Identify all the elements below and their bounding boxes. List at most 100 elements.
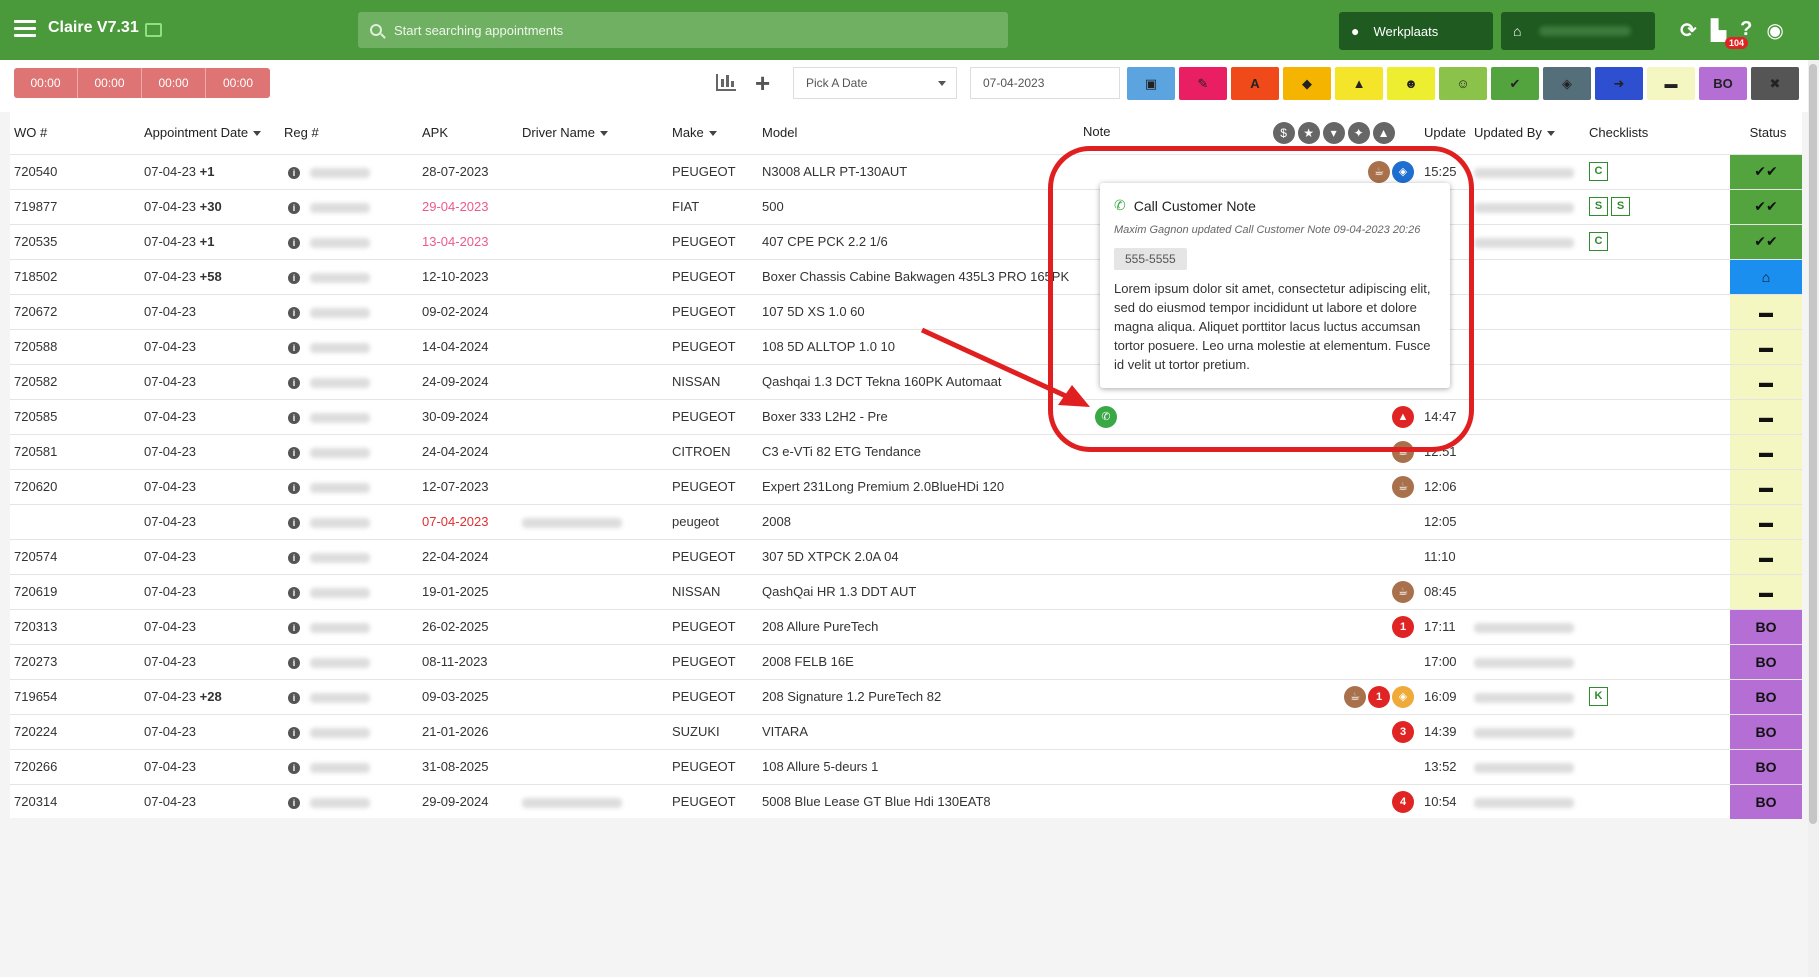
info-icon[interactable]: i [288,552,300,564]
col-reg[interactable]: Reg # [280,112,418,154]
info-icon[interactable]: i [288,762,300,774]
checklist-badge[interactable]: S [1611,197,1630,216]
note-icon[interactable]: 4 [1392,790,1414,813]
filter-car-icon[interactable]: ▬ [1647,67,1695,100]
popup-phone-number[interactable]: 555-5555 [1114,248,1187,270]
table-row[interactable]: 720266 07-04-23 i 31-08-2025 PEUGEOT 108 All… [10,748,1802,784]
table-row[interactable]: 720535 07-04-23 +1 i 13-04-2023 PEUGEOT 407 C… [10,223,1802,259]
table-row[interactable]: 719877 07-04-23 +30 i 29-04-2023 FIAT 500 S S ✔✔ [10,188,1802,224]
col-driver[interactable]: Driver Name [518,112,668,154]
note-icon[interactable]: ☕ [1368,160,1390,183]
table-row[interactable]: 720273 07-04-23 i 08-11-2023 PEUGEOT 2008 FE… [10,643,1802,679]
status-badge[interactable]: ▬ [1730,433,1802,469]
home-selector[interactable]: ⌂ [1501,12,1655,50]
info-icon[interactable]: i [288,727,300,739]
table-row[interactable]: 720582 07-04-23 i 24-09-2024 NISSAN Qashqai … [10,363,1802,399]
note-icon[interactable]: ☕ [1344,685,1366,708]
filter-font-a-icon[interactable]: A [1231,67,1279,100]
status-badge[interactable]: ✔✔ [1730,188,1802,224]
filter-sign-out-icon[interactable]: ➜ [1595,67,1643,100]
phone-icon[interactable]: ✆ [1095,405,1117,428]
status-badge[interactable]: BO [1730,783,1802,819]
table-row[interactable]: 720588 07-04-23 i 14-04-2024 PEUGEOT 108 5D … [10,328,1802,364]
note-icon[interactable]: ◈ [1392,685,1414,708]
note-icon[interactable]: 3 [1392,720,1414,743]
status-badge[interactable]: ▬ [1730,293,1802,329]
warning-icon[interactable]: ▲ [1372,121,1395,144]
info-icon[interactable]: i [288,412,300,424]
pick-date-dropdown[interactable]: Pick A Date [793,67,957,99]
filter-tag-icon[interactable]: ◆ [1283,67,1331,100]
note-icon[interactable]: ☕ [1392,440,1414,463]
filter-close-circle-icon[interactable]: ✖ [1751,67,1799,100]
info-icon[interactable]: i [288,167,300,179]
table-row[interactable]: 718502 07-04-23 +58 i 12-10-2023 PEUGEOT Boxe… [10,258,1802,294]
status-badge[interactable]: BO [1730,713,1802,749]
status-badge[interactable]: ⌂ [1730,258,1802,294]
info-icon[interactable]: i [288,517,300,529]
status-badge[interactable]: ▬ [1730,503,1802,539]
star-icon[interactable]: ★ [1297,121,1320,144]
bar-chart-icon[interactable] [716,74,736,91]
add-icon[interactable]: + [755,68,770,99]
col-model[interactable]: Model [758,112,1083,154]
filter-warning-icon[interactable]: ▲ [1335,67,1383,100]
status-badge[interactable]: ▬ [1730,398,1802,434]
timer-1[interactable]: 00:00 [14,68,78,98]
info-icon[interactable]: i [288,482,300,494]
filter-bo-label[interactable]: BO [1699,67,1747,100]
filter-user-check-icon[interactable]: ☻ [1387,67,1435,100]
col-appointment-date[interactable]: Appointment Date [140,112,280,154]
pin-icon[interactable]: ✦ [1347,121,1370,144]
table-row[interactable]: 720620 07-04-23 i 12-07-2023 PEUGEOT Expert … [10,468,1802,504]
table-row[interactable]: 720581 07-04-23 i 24-04-2024 CITROEN C3 e-VT… [10,433,1802,469]
checklist-badge[interactable]: C [1589,232,1608,251]
col-wo[interactable]: WO # [10,112,140,154]
note-icon[interactable]: ☕ [1392,580,1414,603]
note-icon[interactable]: 1 [1368,685,1390,708]
status-badge[interactable]: BO [1730,678,1802,714]
col-checklists[interactable]: Checklists [1585,112,1730,154]
table-row[interactable]: 720619 07-04-23 i 19-01-2025 NISSAN QashQai … [10,573,1802,609]
status-badge[interactable]: BO [1730,608,1802,644]
table-row[interactable]: 720313 07-04-23 i 26-02-2025 PEUGEOT 208 All… [10,608,1802,644]
table-row[interactable]: 07-04-23 i 07-04-2023 peugeot 2008 12:05 ▬ [10,503,1802,539]
status-badge[interactable]: BO [1730,748,1802,784]
checklist-badge[interactable]: S [1589,197,1608,216]
status-badge[interactable]: ▬ [1730,573,1802,609]
cart-icon[interactable]: ▾ [1322,121,1345,144]
status-badge[interactable]: BO [1730,643,1802,679]
table-row[interactable]: 720314 07-04-23 i 29-09-2024 PEUGEOT 5008 Bl… [10,783,1802,819]
table-row[interactable]: 719654 07-04-23 +28 i 09-03-2025 PEUGEOT 208 … [10,678,1802,714]
checklist-badge[interactable]: C [1589,162,1608,181]
note-icon[interactable]: ▲ [1392,405,1414,428]
table-row[interactable]: 720574 07-04-23 i 22-04-2024 PEUGEOT 307 5D … [10,538,1802,574]
col-update[interactable]: Update [1420,112,1470,154]
menu-icon[interactable] [14,20,36,38]
info-icon[interactable]: i [288,307,300,319]
info-icon[interactable]: i [288,447,300,459]
status-badge[interactable]: ▬ [1730,363,1802,399]
search-input[interactable] [394,22,954,38]
info-icon[interactable]: i [288,797,300,810]
user-icon[interactable]: ◉ [1766,18,1783,43]
table-row[interactable]: 720672 07-04-23 i 09-02-2024 PEUGEOT 107 5D … [10,293,1802,329]
filter-calendar-icon[interactable]: ▣ [1127,67,1175,100]
dollar-icon[interactable]: $ [1272,121,1295,144]
timer-3[interactable]: 00:00 [142,68,206,98]
filter-smile-icon[interactable]: ☺ [1439,67,1487,100]
checklist-badge[interactable]: K [1589,687,1608,706]
status-badge[interactable]: ▬ [1730,468,1802,504]
col-note[interactable]: Note $ ★ ▾ ✦ ▲ [1083,112,1420,154]
scrollbar-thumb[interactable] [1809,64,1817,824]
cast-icon[interactable] [145,23,162,37]
col-make[interactable]: Make [668,112,758,154]
note-icon[interactable]: 1 [1392,615,1414,638]
timer-2[interactable]: 00:00 [78,68,142,98]
info-icon[interactable]: i [288,587,300,599]
inbox-icon[interactable]: ▙ [1711,18,1726,43]
info-icon[interactable]: i [288,692,300,704]
search-bar[interactable] [358,12,1008,48]
status-badge[interactable]: ✔✔ [1730,153,1802,189]
info-icon[interactable]: i [288,272,300,284]
